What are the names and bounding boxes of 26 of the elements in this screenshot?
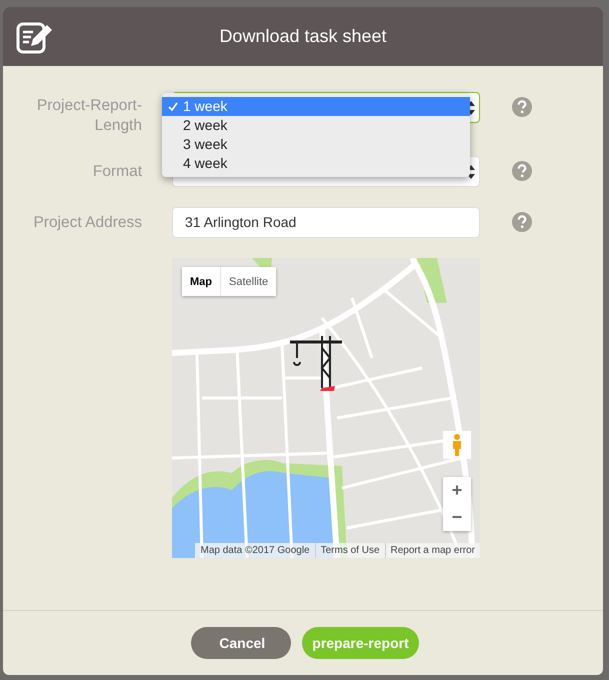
help-icon[interactable] — [512, 97, 532, 117]
map-link[interactable]: Terms of Use — [314, 543, 385, 558]
zoom-in-button[interactable]: + — [443, 477, 471, 504]
crane-icon — [290, 335, 342, 391]
help-icon[interactable] — [512, 161, 532, 181]
dropdown-option[interactable]: 1 week — [162, 97, 470, 116]
field-label: Project-Report-Length — [36, 96, 142, 136]
dropdown-option[interactable]: 4 week — [162, 154, 470, 173]
cancel-button[interactable]: Cancel — [191, 627, 292, 659]
zoom-out-button[interactable]: − — [443, 504, 471, 531]
help-icon[interactable] — [512, 212, 532, 232]
map-data-text: Map data ©2017 Google — [199, 544, 311, 558]
address-field[interactable]: 31 Arlington Road — [172, 207, 480, 238]
up-down-arrows-icon — [467, 165, 475, 179]
map-link[interactable]: Report a map error — [384, 543, 480, 558]
dropdown-option[interactable]: 2 week — [162, 116, 470, 135]
dropdown-option[interactable]: 3 week — [162, 135, 470, 154]
dialog-title: Download task sheet — [219, 26, 387, 47]
field-label: Project Address — [32, 213, 142, 233]
map-type-tab[interactable]: Map — [182, 267, 220, 296]
map-type-tab[interactable]: Satellite — [220, 267, 276, 296]
person-icon — [452, 434, 462, 456]
check-icon — [168, 102, 178, 112]
field-label: Format — [92, 162, 142, 182]
up-down-arrows-icon — [467, 101, 475, 115]
street-view-button[interactable] — [443, 431, 471, 459]
